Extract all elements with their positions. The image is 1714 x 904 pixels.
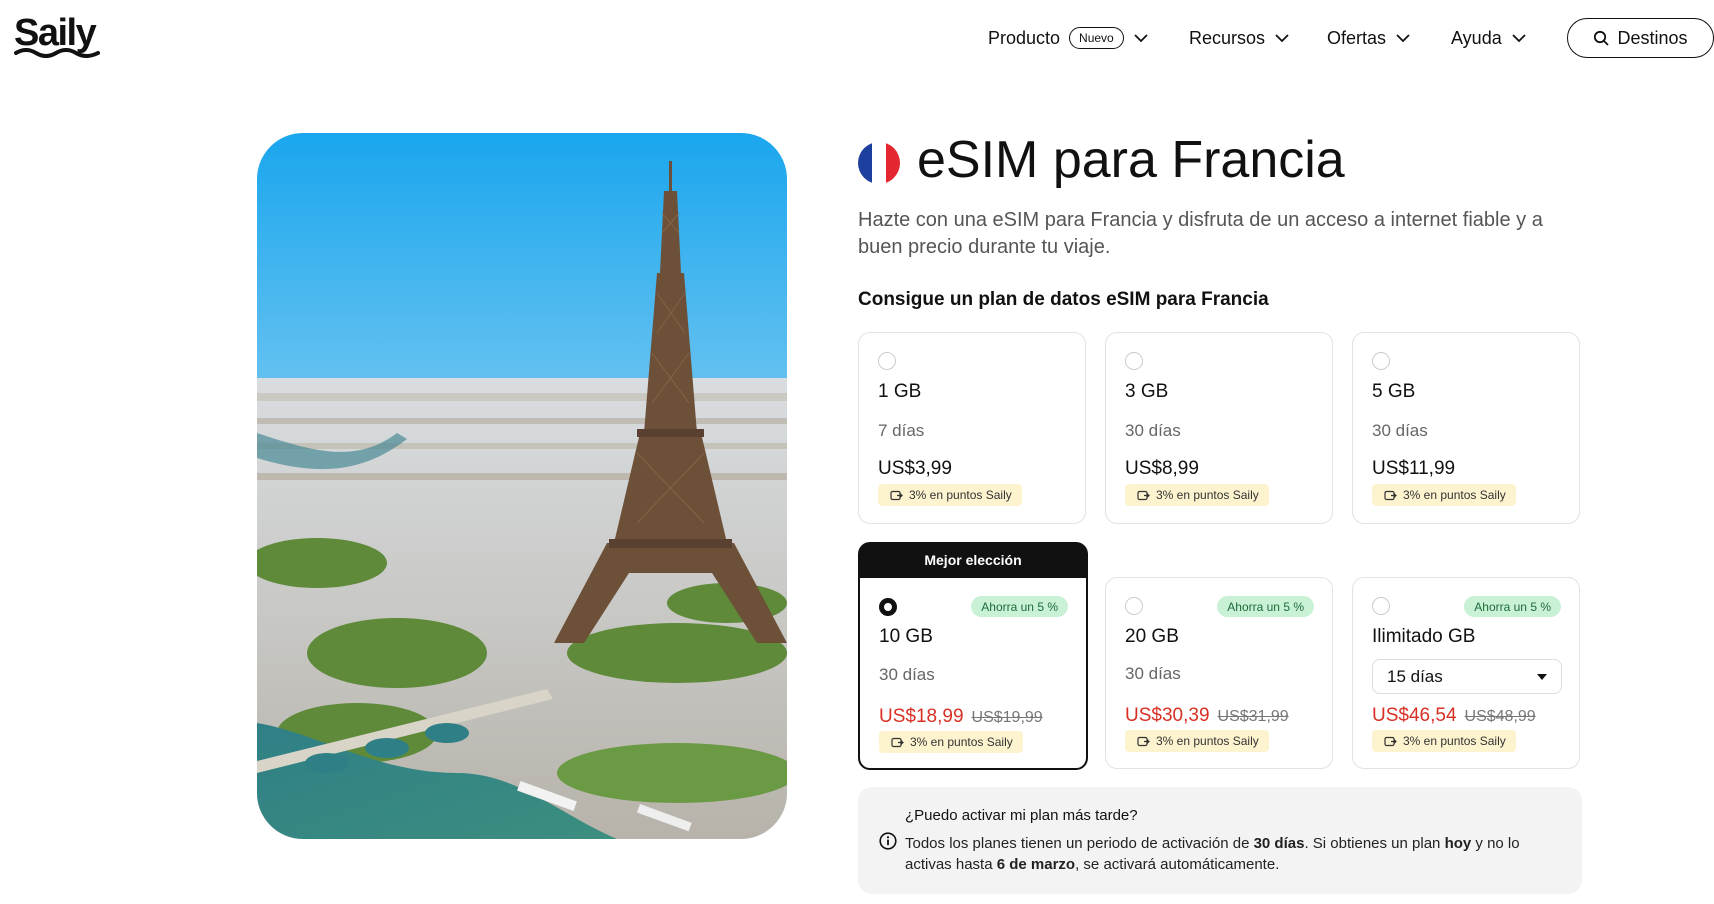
chevron-down-icon [1512,33,1526,42]
plan-data: Ilimitado GB [1372,626,1476,647]
reward-card-icon [1384,490,1397,500]
activation-info-box: ¿Puedo activar mi plan más tarde? Todos … [858,787,1582,894]
plan-card-20gb[interactable]: Ahorra un 5 % 20 GB 30 días US$30,39 US$3… [1105,577,1333,769]
reward-card-icon [1137,490,1150,500]
nav-help[interactable]: Ayuda [1451,24,1526,52]
logo-wave-icon [14,48,100,58]
plan-old-price: US$31,99 [1217,708,1289,725]
saily-logo[interactable]: Saily [14,14,97,52]
plan-card-5gb[interactable]: 5 GB 30 días US$11,99 3% en puntos Saily [1352,332,1580,524]
points-badge: 3% en puntos Saily [879,731,1023,753]
plan-sale-price: US$46,54 [1372,705,1457,726]
plan-price: US$11,99 [1372,458,1456,479]
points-badge: 3% en puntos Saily [1125,484,1269,506]
nav-product[interactable]: Producto Nuevo [988,24,1148,52]
nav-offers[interactable]: Ofertas [1327,24,1410,52]
chevron-down-icon [1275,33,1289,42]
info-text: Todos los planes tienen un periodo de ac… [905,835,1520,873]
search-icon [1594,30,1610,46]
reward-card-icon [890,490,903,500]
plan-radio-selected[interactable] [879,598,897,616]
plan-radio[interactable] [1125,352,1143,370]
plan-sale-price: US$18,99 [879,706,964,727]
plan-duration: 30 días [1125,664,1181,683]
plan-card-1gb[interactable]: 1 GB 7 días US$3,99 3% en puntos Saily [858,332,1086,524]
france-flag-icon [858,142,900,184]
caret-down-icon [1537,673,1547,680]
plan-old-price: US$48,99 [1464,708,1536,725]
plan-price: US$8,99 [1125,458,1199,479]
info-icon [879,832,897,850]
nav-help-label: Ayuda [1451,27,1502,48]
plan-radio[interactable] [1125,597,1143,615]
plan-duration: 30 días [1372,421,1428,440]
plan-data: 3 GB [1125,381,1169,402]
points-badge: 3% en puntos Saily [1125,730,1269,752]
chevron-down-icon [1134,33,1148,42]
destinations-search-button[interactable]: Destinos [1567,18,1714,58]
nav-resources[interactable]: Recursos [1189,24,1289,52]
points-text: 3% en puntos Saily [1156,488,1259,502]
plan-data: 5 GB [1372,381,1416,402]
plan-radio[interactable] [1372,597,1390,615]
best-choice-label: Mejor elección [858,542,1088,578]
points-badge: 3% en puntos Saily [1372,730,1516,752]
plan-data: 10 GB [879,626,933,647]
plan-data: 20 GB [1125,626,1179,647]
plan-data: 1 GB [878,381,922,402]
duration-select-value: 15 días [1387,666,1443,686]
plan-price: US$30,39 US$31,99 [1125,705,1289,727]
plan-card-unlimited[interactable]: Ahorra un 5 % Ilimitado GB 15 días US$46… [1352,577,1580,769]
points-text: 3% en puntos Saily [909,488,1012,502]
plan-card-10gb[interactable]: Ahorra un 5 % 10 GB 30 días US$18,99 US$1… [858,576,1088,770]
save-badge: Ahorra un 5 % [1217,596,1314,617]
reward-card-icon [891,737,904,747]
plan-duration: 30 días [1125,421,1181,440]
reward-card-icon [1137,736,1150,746]
plan-duration: 30 días [879,665,935,684]
plan-card-3gb[interactable]: 3 GB 30 días US$8,99 3% en puntos Saily [1105,332,1333,524]
nav-resources-label: Recursos [1189,27,1266,48]
points-text: 3% en puntos Saily [1403,488,1506,502]
plan-price: US$3,99 [878,458,952,479]
points-badge: 3% en puntos Saily [1372,484,1516,506]
new-badge: Nuevo [1069,27,1124,49]
points-text: 3% en puntos Saily [910,735,1013,749]
nav-product-label: Producto [988,27,1061,48]
plan-price: US$18,99 US$19,99 [879,706,1043,728]
save-badge: Ahorra un 5 % [971,596,1068,617]
plan-price: US$46,54 US$48,99 [1372,705,1536,727]
plan-sale-price: US$30,39 [1125,705,1210,726]
points-badge: 3% en puntos Saily [878,484,1022,506]
save-badge: Ahorra un 5 % [1464,596,1561,617]
paris-eiffel-tower-image [257,133,787,839]
reward-card-icon [1384,736,1397,746]
plan-radio[interactable] [1372,352,1390,370]
plan-old-price: US$19,99 [971,709,1043,726]
plan-radio[interactable] [878,352,896,370]
points-text: 3% en puntos Saily [1403,734,1506,748]
page-description: Hazte con una eSIM para Francia y disfru… [858,209,1543,258]
points-text: 3% en puntos Saily [1156,734,1259,748]
plans-subtitle: Consigue un plan de datos eSIM para Fran… [858,289,1269,310]
chevron-down-icon [1396,33,1410,42]
plan-duration: 7 días [878,421,925,440]
info-question: ¿Puedo activar mi plan más tarde? [905,807,1138,824]
duration-select[interactable]: 15 días [1372,659,1562,694]
nav-offers-label: Ofertas [1327,27,1387,48]
destinations-label: Destinos [1617,27,1688,48]
page-title: eSIM para Francia [917,131,1345,189]
